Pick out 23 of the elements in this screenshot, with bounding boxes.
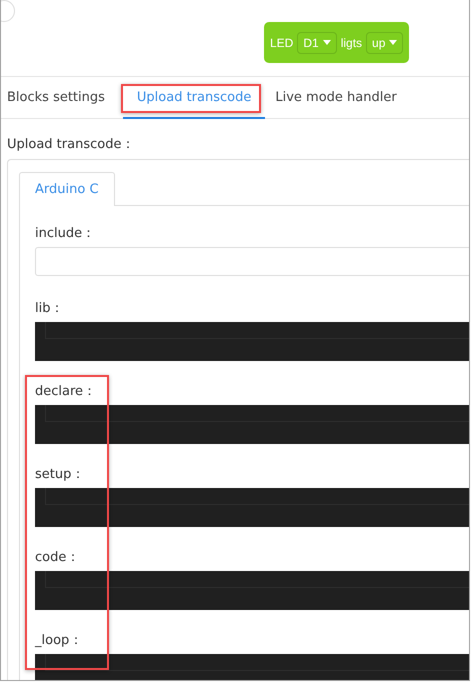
input-field[interactable] (35, 247, 469, 276)
tab[interactable]: Live mode handler (273, 77, 407, 119)
caret-icon (322, 40, 331, 45)
code-editor[interactable] (35, 405, 469, 444)
field-label: setup： (35, 467, 86, 483)
tab[interactable]: Upload transcode (122, 77, 266, 119)
field-label: lib： (35, 301, 64, 317)
field-label: include： (35, 226, 96, 242)
section-title: Upload transcode： (7, 136, 136, 153)
block-dropdown[interactable]: D1 (297, 32, 337, 54)
led-block[interactable]: LED D1 ligts up (264, 22, 410, 63)
field-label: code： (35, 550, 80, 566)
block-dropdown[interactable]: up (366, 32, 404, 54)
block-label: LED (270, 36, 294, 50)
tab[interactable]: Blocks settings (5, 77, 115, 119)
code-editor[interactable] (35, 488, 469, 527)
tab[interactable]: Arduino C (19, 172, 115, 206)
field-label: _loop： (35, 633, 84, 649)
code-editor[interactable] (35, 322, 469, 361)
block-label: ligts (340, 36, 362, 50)
code-editor[interactable] (35, 571, 469, 610)
field-label: declare： (35, 384, 98, 400)
caret-icon (389, 40, 398, 45)
